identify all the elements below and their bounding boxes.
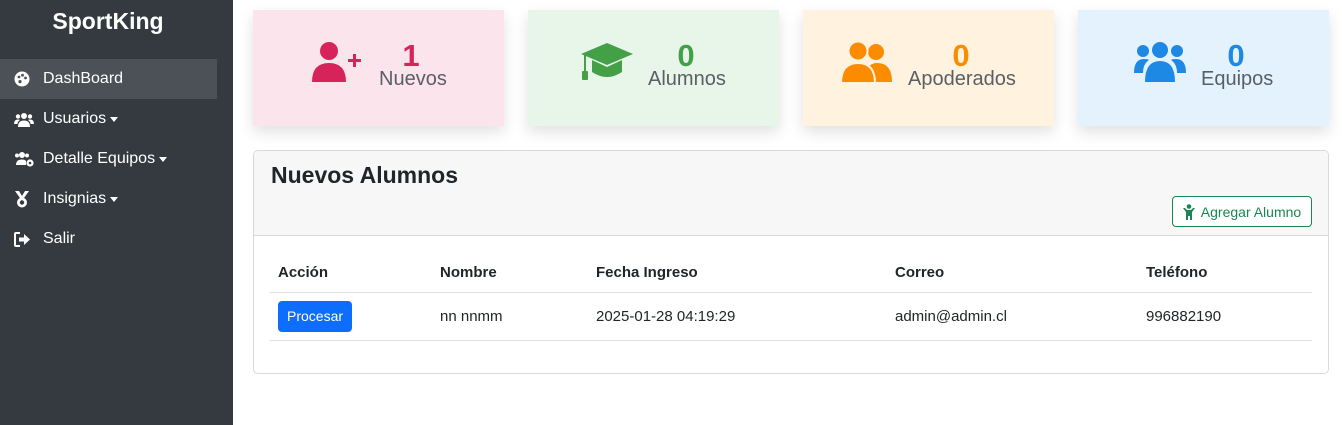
caret-down-icon xyxy=(110,116,119,122)
table-header-row: Acción Nombre Fecha Ingreso Correo Teléf… xyxy=(270,254,1312,293)
sidebar-nav: DashBoard Usuarios Detalle Equipos Insig… xyxy=(0,59,233,259)
users-icon xyxy=(1134,40,1186,87)
sidebar-item-label: Detalle Equipos xyxy=(43,150,156,167)
col-fecha-ingreso: Fecha Ingreso xyxy=(588,254,887,293)
child-icon xyxy=(1182,203,1195,220)
users-gear-icon xyxy=(14,149,36,169)
sidebar-item-label: Insignias xyxy=(43,190,107,207)
cell-telefono: 996882190 xyxy=(1138,292,1312,341)
sidebar-item-usuarios[interactable]: Usuarios xyxy=(0,99,233,139)
sidebar: SportKing DashBoard Usuarios Detalle Equ… xyxy=(0,0,233,425)
sidebar-item-salir[interactable]: Salir xyxy=(0,219,233,259)
sign-out-icon xyxy=(14,229,36,249)
stat-card-alumnos: 0 Alumnos xyxy=(528,10,779,126)
sidebar-item-label: Usuarios xyxy=(43,110,107,127)
col-accion: Acción xyxy=(270,254,432,293)
stat-card-nuevos: 1 Nuevos xyxy=(253,10,504,126)
col-correo: Correo xyxy=(887,254,1138,293)
stat-card-equipos: 0 Equipos xyxy=(1078,10,1329,126)
stat-label: Apoderados xyxy=(908,68,1016,90)
panel-title: Nuevos Alumnos xyxy=(271,162,459,188)
cell-nombre: nn nnmm xyxy=(432,292,588,341)
procesar-button[interactable]: Procesar xyxy=(278,300,353,332)
sidebar-item-label: Salir xyxy=(43,230,76,247)
cell-correo: admin@admin.cl xyxy=(887,292,1138,341)
cell-accion: Procesar xyxy=(270,292,432,341)
stat-label: Nuevos xyxy=(379,68,447,90)
nuevos-alumnos-panel: Nuevos Alumnos Agregar Alumno Acción Nom… xyxy=(253,150,1329,374)
cell-fecha: 2025-01-28 04:19:29 xyxy=(588,292,887,341)
panel-header: Nuevos Alumnos Agregar Alumno xyxy=(254,151,1328,236)
table-row: Procesar nn nnmm 2025-01-28 04:19:29 adm… xyxy=(270,292,1312,341)
sidebar-item-detalle-equipos[interactable]: Detalle Equipos xyxy=(0,139,233,179)
caret-down-icon xyxy=(159,156,168,162)
sidebar-item-insignias[interactable]: Insignias xyxy=(0,179,233,219)
user-friends-icon xyxy=(839,40,893,89)
students-table: Acción Nombre Fecha Ingreso Correo Teléf… xyxy=(270,254,1312,341)
caret-down-icon xyxy=(110,196,119,202)
add-student-button[interactable]: Agregar Alumno xyxy=(1172,196,1312,227)
brand-logo[interactable]: SportKing xyxy=(0,8,216,35)
stat-card-apoderados: 0 Apoderados xyxy=(803,10,1054,126)
graduation-cap-icon xyxy=(580,42,634,87)
app-root: SportKing DashBoard Usuarios Detalle Equ… xyxy=(0,0,1342,425)
add-student-label: Agregar Alumno xyxy=(1200,203,1302,220)
palette-icon xyxy=(14,69,36,89)
sidebar-item-label: DashBoard xyxy=(43,70,124,87)
medal-icon xyxy=(14,189,36,209)
col-telefono: Teléfono xyxy=(1138,254,1312,293)
stat-label: Alumnos xyxy=(648,68,726,90)
col-nombre: Nombre xyxy=(432,254,588,293)
stat-label: Equipos xyxy=(1201,68,1274,90)
user-plus-icon xyxy=(311,40,363,89)
users-icon xyxy=(14,109,36,129)
sidebar-item-dashboard[interactable]: DashBoard xyxy=(0,59,217,99)
